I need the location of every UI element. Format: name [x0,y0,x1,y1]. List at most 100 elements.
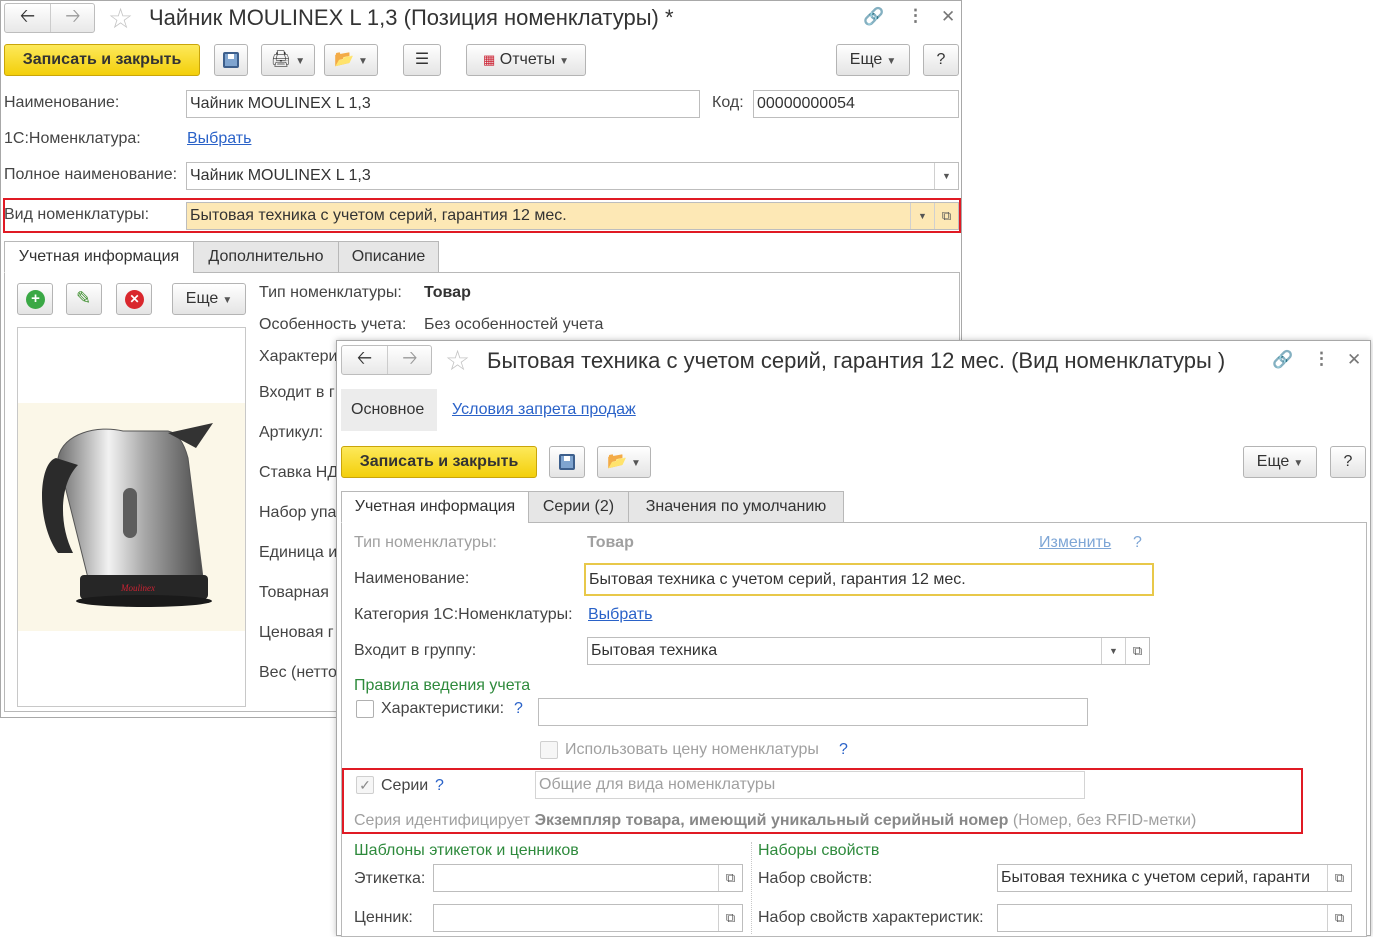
chevron-down-icon[interactable]: ▼ [1101,638,1125,664]
favorite-star-icon[interactable]: ☆ [445,347,470,375]
save-button[interactable] [214,44,248,76]
nav-main-label: Основное [351,401,425,418]
save-close-button[interactable]: Записать и закрыть [4,44,200,76]
prop-label-5: Ставка НД [259,464,339,481]
reports-button[interactable]: ▦ Отчеты ▼ [466,44,586,76]
type-label: Тип номенклатуры: [354,534,497,551]
kettle-brand-text: Moulinex [120,583,155,593]
label-template-label: Этикетка: [354,870,426,887]
choose-link[interactable]: Выбрать [187,130,251,148]
type-help-icon[interactable]: ? [1133,534,1142,552]
fullname-input[interactable]: Чайник MOULINEX L 1,3 ▼ [186,162,959,190]
create-based-button[interactable]: 📂 ▼ [324,44,378,76]
price-tag-input[interactable]: ⧉ [433,904,743,932]
link-icon[interactable]: 🔗 [863,7,884,27]
chevron-down-icon: ▼ [559,56,569,67]
structure-button[interactable]: ☰ [403,44,441,76]
prop-value-0: Товар [424,284,471,301]
edit-image-button[interactable]: ✎ [66,283,102,315]
tab-series[interactable]: Серии (2) [528,491,629,523]
save-icon [559,453,575,470]
nav-buttons: 🡠 🡢 [341,345,432,375]
fullname-label: Полное наименование: [4,166,178,183]
prop-label-8: Товарная [259,584,329,601]
open-icon[interactable]: ⧉ [1125,638,1149,664]
delete-image-button[interactable]: ✕ [116,283,152,315]
characteristics-label: Характеристики: [381,700,505,717]
printer-icon: 🖨 [270,51,292,68]
tab-accounting-info[interactable]: Учетная информация [341,491,529,523]
highlight-frame-kind [3,198,961,233]
propset-chars-input[interactable]: ⧉ [997,904,1352,932]
fullname-value: Чайник MOULINEX L 1,3 [190,167,371,184]
favorite-star-icon[interactable]: ☆ [108,5,133,33]
characteristics-checkbox[interactable] [356,700,374,718]
more-button[interactable]: Еще ▼ [1243,446,1317,478]
menu-dots-icon[interactable]: ⋮ [907,6,924,26]
print-button[interactable]: 🖨 ▼ [261,44,315,76]
type-value: Товар [587,534,634,551]
folder-arrow-icon: 📂 [607,453,627,470]
name-input[interactable]: Бытовая техника с учетом серий, гарантия… [584,563,1154,596]
save-icon [223,51,239,68]
nomenclature-1c-label: 1С:Номенклатура: [4,130,141,147]
open-icon[interactable]: ⧉ [718,865,742,891]
close-icon[interactable]: ✕ [941,7,955,27]
forward-arrow-icon[interactable]: 🡢 [387,346,432,374]
open-icon[interactable]: ⧉ [1327,905,1351,931]
tab-additional[interactable]: Дополнительно [193,241,339,273]
name-input[interactable]: Чайник MOULINEX L 1,3 [186,90,700,118]
save-close-button[interactable]: Записать и закрыть [341,446,537,478]
characteristics-help-icon[interactable]: ? [514,700,523,718]
templates-section-title: Шаблоны этикеток и ценников [354,842,579,859]
sales-restriction-link[interactable]: Условия запрета продаж [452,401,636,419]
code-input[interactable]: 00000000054 [753,90,959,118]
open-icon[interactable]: ⧉ [718,905,742,931]
category-label: Категория 1С:Номенклатуры: [354,606,573,623]
link-icon[interactable]: 🔗 [1272,350,1293,370]
propset-label: Набор свойств: [758,870,873,887]
pencil-icon: ✎ [76,288,92,308]
chevron-down-icon: ▼ [886,56,897,67]
chevron-down-icon: ▼ [631,458,641,469]
prop-label-2: Характери [259,348,338,365]
help-button[interactable]: ? [923,44,959,76]
change-link[interactable]: Изменить [1039,534,1111,552]
product-image-frame[interactable]: Moulinex [17,327,246,707]
back-arrow-icon[interactable]: 🡠 [5,4,50,32]
price-tag-label: Ценник: [354,909,413,926]
window-title: Чайник MOULINEX L 1,3 (Позиция номенклат… [149,5,674,30]
choose-category-link[interactable]: Выбрать [588,606,652,624]
group-input[interactable]: Бытовая техника ▼ ⧉ [587,637,1150,665]
add-image-button[interactable]: + [17,283,53,315]
characteristics-input[interactable] [538,698,1088,726]
use-price-checkbox[interactable] [540,741,558,759]
save-button[interactable] [549,446,585,478]
more-button[interactable]: Еще ▼ [836,44,910,76]
chevron-down-icon: ▼ [358,56,368,67]
prop-label-0: Тип номенклатуры: [259,284,402,301]
image-background: Moulinex [18,403,245,631]
back-arrow-icon[interactable]: 🡠 [342,346,387,374]
forward-arrow-icon[interactable]: 🡢 [50,4,95,32]
rules-section-title: Правила ведения учета [354,677,531,694]
close-icon[interactable]: ✕ [1347,350,1361,370]
prop-label-4: Артикул: [259,424,324,441]
highlight-frame-series [342,768,1303,834]
label-template-input[interactable]: ⧉ [433,864,743,892]
chevron-down-icon[interactable]: ▼ [934,163,958,189]
nav-main-item[interactable]: Основное [341,389,437,431]
open-icon[interactable]: ⧉ [1327,865,1351,891]
menu-dots-icon[interactable]: ⋮ [1313,349,1330,369]
delete-icon: ✕ [125,290,144,309]
propset-input[interactable]: Бытовая техника с учетом серий, гаранти ⧉ [997,864,1352,892]
create-based-button[interactable]: 📂 ▼ [597,446,651,478]
tab-defaults[interactable]: Значения по умолчанию [628,491,844,523]
group-label: Входит в группу: [354,642,477,659]
tab-accounting-info[interactable]: Учетная информация [4,241,194,273]
use-price-help-icon[interactable]: ? [839,741,848,759]
help-button[interactable]: ? [1330,446,1366,478]
tab-description[interactable]: Описание [338,241,439,273]
chevron-down-icon: ▼ [1293,458,1304,469]
image-more-button[interactable]: Еще ▼ [172,283,246,315]
